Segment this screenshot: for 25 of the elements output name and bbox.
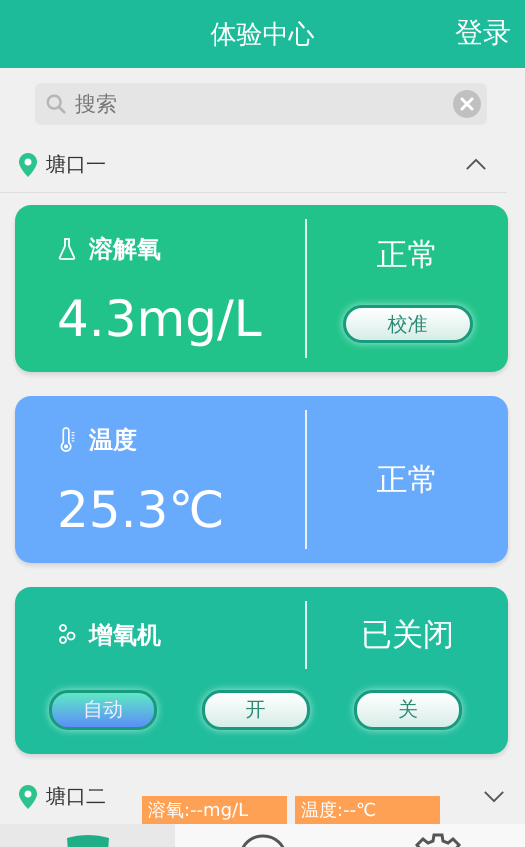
pond-name: 塘口一 <box>46 151 106 178</box>
chevron-up-icon[interactable] <box>465 158 487 171</box>
search-field[interactable]: 搜索 <box>35 83 487 125</box>
mode-button[interactable]: 开 <box>202 690 310 730</box>
card-title: 溶解氧 <box>89 234 161 266</box>
location-pin-icon <box>18 784 38 810</box>
reading-value: 4.3mg/L <box>57 294 263 344</box>
reading-value: 25.3℃ <box>57 484 226 535</box>
login-link[interactable]: 登录 <box>455 14 511 52</box>
pond-header[interactable]: 塘口二 溶氧:--mg/L 温度:--℃ <box>0 769 525 824</box>
reading-tag: 溶氧:--mg/L <box>142 796 287 824</box>
flask-icon <box>57 236 77 262</box>
status-text: 正常 <box>376 236 438 275</box>
card-title: 增氧机 <box>89 620 161 651</box>
page-title: 体验中心 <box>210 18 314 52</box>
card-title: 温度 <box>89 425 137 456</box>
mode-button[interactable]: 关 <box>354 690 462 730</box>
pond-header[interactable]: 塘口一 <box>0 137 507 193</box>
status-text: 正常 <box>376 460 438 500</box>
reading-tag: 温度:--℃ <box>295 796 440 824</box>
pond-name: 塘口二 <box>46 783 106 810</box>
calibrate-button[interactable]: 校准 <box>342 305 472 344</box>
location-pin-icon <box>18 152 38 178</box>
chevron-down-icon[interactable] <box>483 790 505 803</box>
status-text: 已关闭 <box>361 616 454 655</box>
